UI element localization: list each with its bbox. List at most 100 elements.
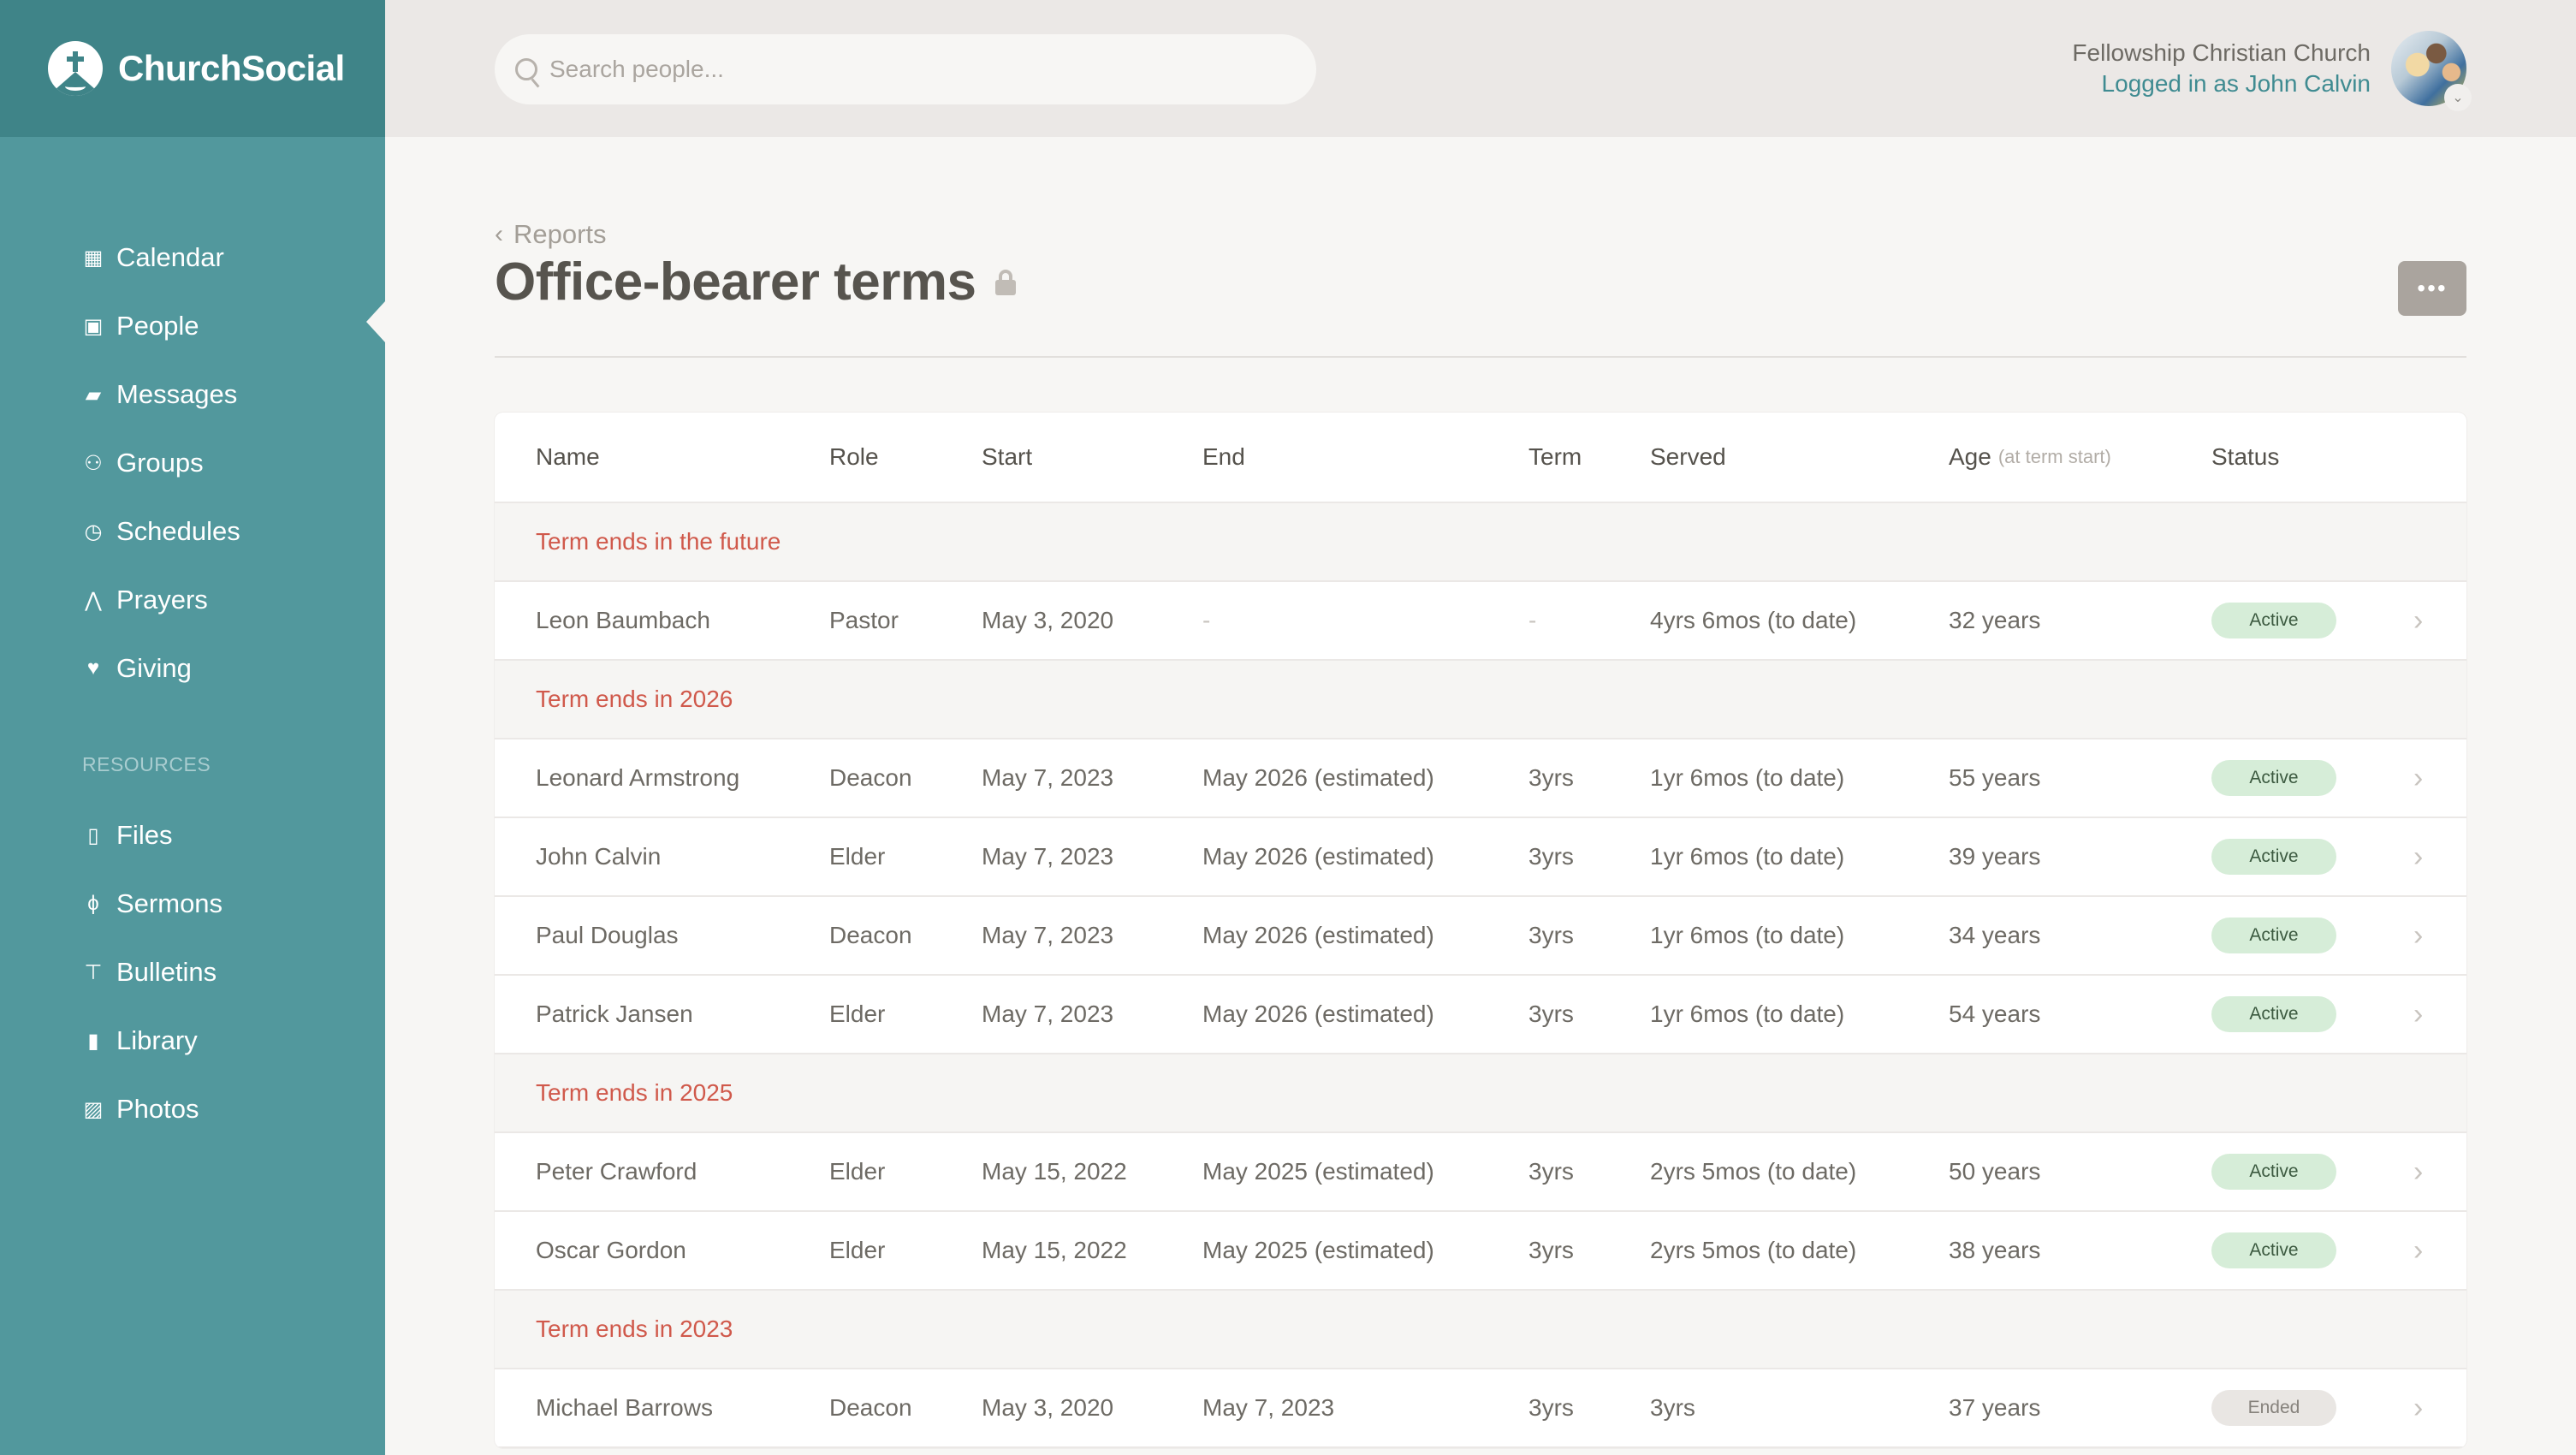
sidebar-item-giving[interactable]: ♥ Giving	[82, 647, 192, 690]
table-row[interactable]: Paul Douglas Deacon May 7, 2023 May 2026 (e…	[495, 897, 2466, 976]
cell-status: Active	[2211, 582, 2336, 659]
table-body: Term ends in the future Leon Baumbach Past…	[495, 503, 2466, 1448]
col-age-sublabel: (at term start)	[1997, 446, 2111, 467]
cell-end: May 2025 (estimated)	[1202, 1237, 1434, 1263]
cell-term: -	[1528, 607, 1537, 633]
col-status[interactable]: Status	[2211, 413, 2279, 502]
col-served[interactable]: Served	[1650, 413, 1726, 502]
breadcrumb[interactable]: ‹ Reports	[495, 219, 607, 250]
cell-served: 1yr 6mos (to date)	[1650, 843, 1845, 870]
pushpin-icon: ⊤	[84, 960, 103, 984]
people-card-icon: ▣	[83, 314, 104, 338]
status-badge: Active	[2211, 918, 2336, 953]
breadcrumb-reports[interactable]: Reports	[513, 219, 607, 250]
cell-term: 3yrs	[1528, 1001, 1574, 1027]
cell-role: Deacon	[829, 922, 912, 948]
table-row[interactable]: John Calvin Elder May 7, 2023 May 2026 (est…	[495, 818, 2466, 897]
cell-status: Active	[2211, 897, 2336, 974]
table-row[interactable]: Patrick Jansen Elder May 7, 2023 May 2026 (…	[495, 976, 2466, 1054]
chevron-right-icon[interactable]: ›	[2413, 976, 2423, 1053]
chevron-down-icon[interactable]: ⌄	[2444, 84, 2472, 111]
cell-status: Active	[2211, 976, 2336, 1053]
image-icon: ▨	[83, 1097, 104, 1121]
cell-age: 50 years	[1949, 1158, 2041, 1185]
heart-icon: ♥	[86, 656, 100, 680]
cell-served: 4yrs 6mos (to date)	[1650, 607, 1857, 633]
logged-in-link[interactable]: Logged in as John Calvin	[2072, 68, 2371, 99]
cell-end: May 2025 (estimated)	[1202, 1158, 1434, 1185]
cell-name: Leon Baumbach	[536, 607, 710, 633]
status-badge: Active	[2211, 760, 2336, 796]
sidebar-item-label: Bulletins	[116, 957, 217, 987]
search-icon	[515, 58, 537, 80]
cell-end: May 2026 (estimated)	[1202, 922, 1434, 948]
col-name[interactable]: Name	[536, 413, 600, 502]
sidebar-item-prayers[interactable]: ⋀ Prayers	[82, 579, 208, 621]
sidebar-item-label: Giving	[116, 653, 192, 683]
divider	[495, 356, 2466, 358]
col-end[interactable]: End	[1202, 413, 1245, 502]
more-options-button[interactable]: •••	[2398, 261, 2466, 316]
sidebar-item-groups[interactable]: ⚇ Groups	[82, 442, 204, 484]
cell-term: 3yrs	[1528, 1237, 1574, 1263]
chevron-right-icon[interactable]: ›	[2413, 582, 2423, 659]
cell-role: Elder	[829, 1237, 886, 1263]
praying-hands-icon: ⋀	[85, 588, 102, 612]
cell-age: 55 years	[1949, 764, 2041, 791]
cell-role: Elder	[829, 1158, 886, 1185]
cell-status: Active	[2211, 1133, 2336, 1210]
chevron-right-icon[interactable]: ›	[2413, 1212, 2423, 1289]
cell-start: May 15, 2022	[982, 1158, 1127, 1185]
cell-served: 2yrs 5mos (to date)	[1650, 1158, 1857, 1185]
cell-age: 37 years	[1949, 1394, 2041, 1421]
col-age[interactable]: Age (at term start)	[1949, 413, 2111, 502]
avatar[interactable]: ⌄	[2391, 31, 2472, 111]
user-menu[interactable]: Fellowship Christian Church Logged in as…	[2072, 31, 2472, 111]
active-indicator	[366, 301, 385, 342]
sidebar-item-photos[interactable]: ▨ Photos	[82, 1088, 199, 1131]
sidebar-item-label: Groups	[116, 448, 204, 478]
status-badge: Ended	[2211, 1390, 2336, 1426]
sidebar-item-sermons[interactable]: ϕ Sermons	[82, 882, 223, 925]
group-label: Term ends in 2026	[536, 686, 733, 712]
sidebar-item-schedules[interactable]: ◷ Schedules	[82, 510, 240, 553]
page-title: Office-bearer terms	[495, 252, 976, 312]
cell-served: 3yrs	[1650, 1394, 1695, 1421]
table-row[interactable]: Leonard Armstrong Deacon May 7, 2023 May 20…	[495, 739, 2466, 818]
chevron-right-icon[interactable]: ›	[2413, 897, 2423, 974]
brand[interactable]: ChurchSocial	[0, 0, 385, 137]
chevron-right-icon[interactable]: ›	[2413, 818, 2423, 895]
cell-status: Active	[2211, 1212, 2336, 1289]
col-start[interactable]: Start	[982, 413, 1032, 502]
table-row[interactable]: Leon Baumbach Pastor May 3, 2020 - - 4yrs 6mo…	[495, 582, 2466, 661]
cell-served: 2yrs 5mos (to date)	[1650, 1237, 1857, 1263]
table-row[interactable]: Michael Barrows Deacon May 3, 2020 May 7, 2…	[495, 1369, 2466, 1448]
cell-age: 38 years	[1949, 1237, 2041, 1263]
search-input[interactable]	[549, 56, 1285, 83]
sidebar-item-library[interactable]: ▮ Library	[82, 1019, 197, 1062]
col-term[interactable]: Term	[1528, 413, 1582, 502]
chevron-right-icon[interactable]: ›	[2413, 1133, 2423, 1210]
cell-role: Deacon	[829, 1394, 912, 1421]
church-cross-icon	[48, 41, 103, 96]
chevron-right-icon[interactable]: ›	[2413, 739, 2423, 817]
brand-name: ChurchSocial	[118, 48, 345, 88]
clock-icon: ◷	[84, 520, 103, 543]
cell-role: Pastor	[829, 607, 899, 633]
col-role[interactable]: Role	[829, 413, 879, 502]
sidebar-item-messages[interactable]: ▰ Messages	[82, 373, 238, 416]
table-row[interactable]: Peter Crawford Elder May 15, 2022 May 2025 …	[495, 1133, 2466, 1212]
book-icon: ▮	[87, 1029, 99, 1053]
sidebar-item-calendar[interactable]: ▦ Calendar	[82, 236, 224, 279]
table-row[interactable]: Oscar Gordon Elder May 15, 2022 May 2025 (e…	[495, 1212, 2466, 1291]
sidebar-item-bulletins[interactable]: ⊤ Bulletins	[82, 951, 217, 994]
terms-table: Name Role Start End Term Served Age (at …	[495, 413, 2466, 1448]
cell-start: May 15, 2022	[982, 1237, 1127, 1263]
col-age-label: Age	[1949, 443, 1991, 470]
search-box[interactable]	[495, 34, 1316, 104]
sidebar-item-files[interactable]: ▯ Files	[82, 814, 172, 857]
microphone-icon: ϕ	[87, 892, 99, 915]
sidebar-item-people[interactable]: ▣ People	[82, 305, 199, 347]
cell-age: 34 years	[1949, 922, 2041, 948]
chevron-right-icon[interactable]: ›	[2413, 1369, 2423, 1446]
